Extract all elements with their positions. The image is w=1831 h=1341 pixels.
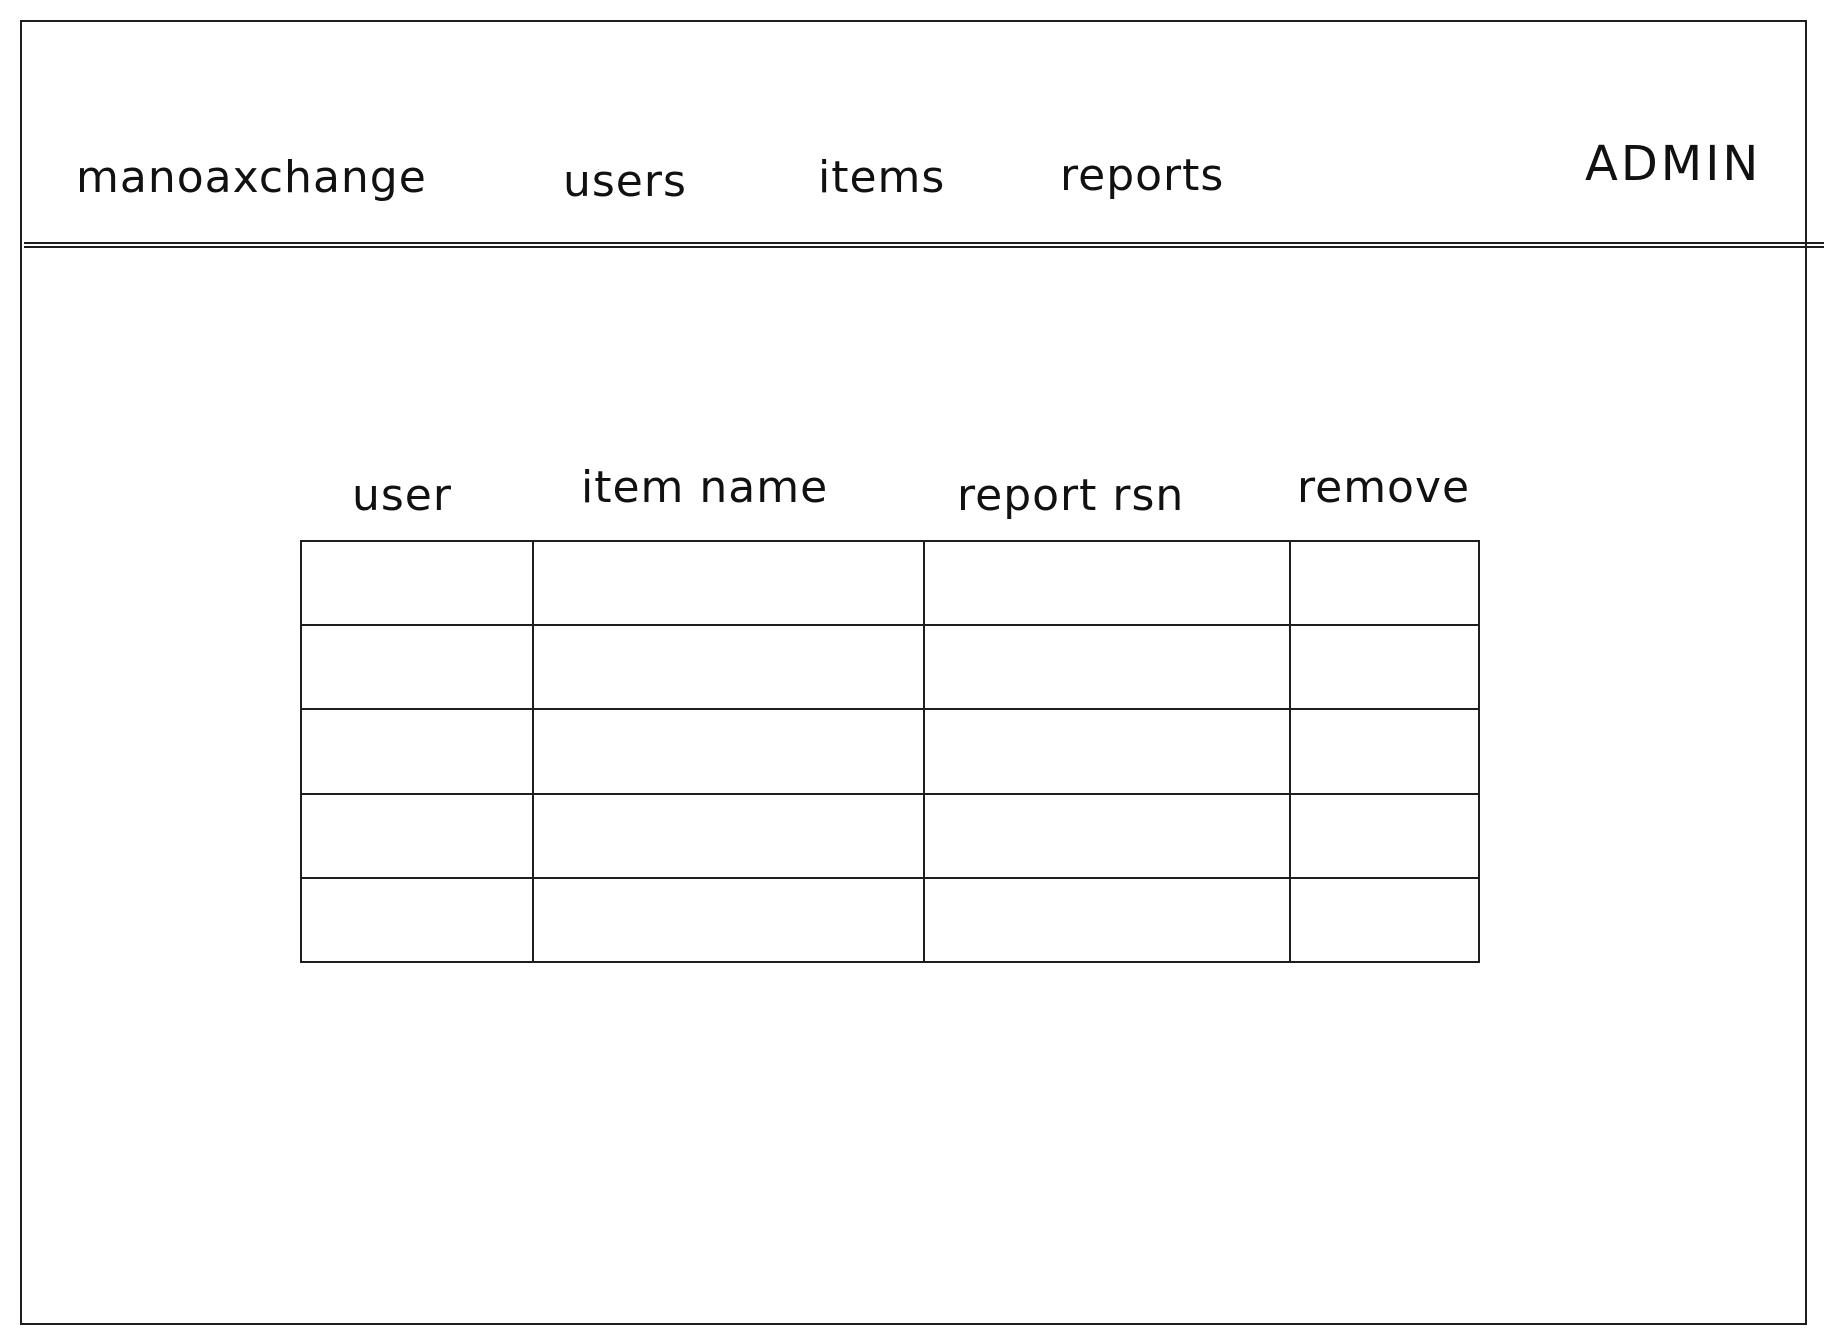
column-header-user: user [352,470,452,521]
nav-users[interactable]: users [563,156,687,207]
user-cell [300,539,534,627]
remove-cell[interactable] [1289,539,1480,627]
remove-cell[interactable] [1289,708,1480,795]
item-name-cell [531,539,925,627]
remove-cell[interactable] [1289,624,1480,711]
user-cell [300,792,534,879]
remove-cell[interactable] [1289,792,1480,879]
item-name-cell [531,876,925,964]
report-reason-cell [922,708,1292,795]
column-header-report-reason: report rsn [957,470,1185,521]
table-row [300,624,1480,711]
table-row [300,539,1480,627]
table-row [300,708,1480,795]
item-name-cell [531,792,925,879]
table-row [300,876,1480,964]
user-cell [300,624,534,711]
brand-link[interactable]: manoaxchange [76,152,427,203]
nav-reports[interactable]: reports [1060,150,1224,201]
table-row [300,792,1480,879]
reports-table [300,539,1480,964]
item-name-cell [531,624,925,711]
remove-cell[interactable] [1289,876,1480,964]
user-cell [300,876,534,964]
user-cell [300,708,534,795]
column-header-remove: remove [1297,462,1471,513]
nav-items[interactable]: items [818,152,945,203]
header-divider [24,242,1824,244]
column-header-item-name: item name [581,462,829,513]
report-reason-cell [922,624,1292,711]
report-reason-cell [922,876,1292,964]
header-divider-2 [24,246,1824,248]
item-name-cell [531,708,925,795]
report-reason-cell [922,792,1292,879]
admin-label: ADMIN [1585,136,1762,192]
report-reason-cell [922,539,1292,627]
